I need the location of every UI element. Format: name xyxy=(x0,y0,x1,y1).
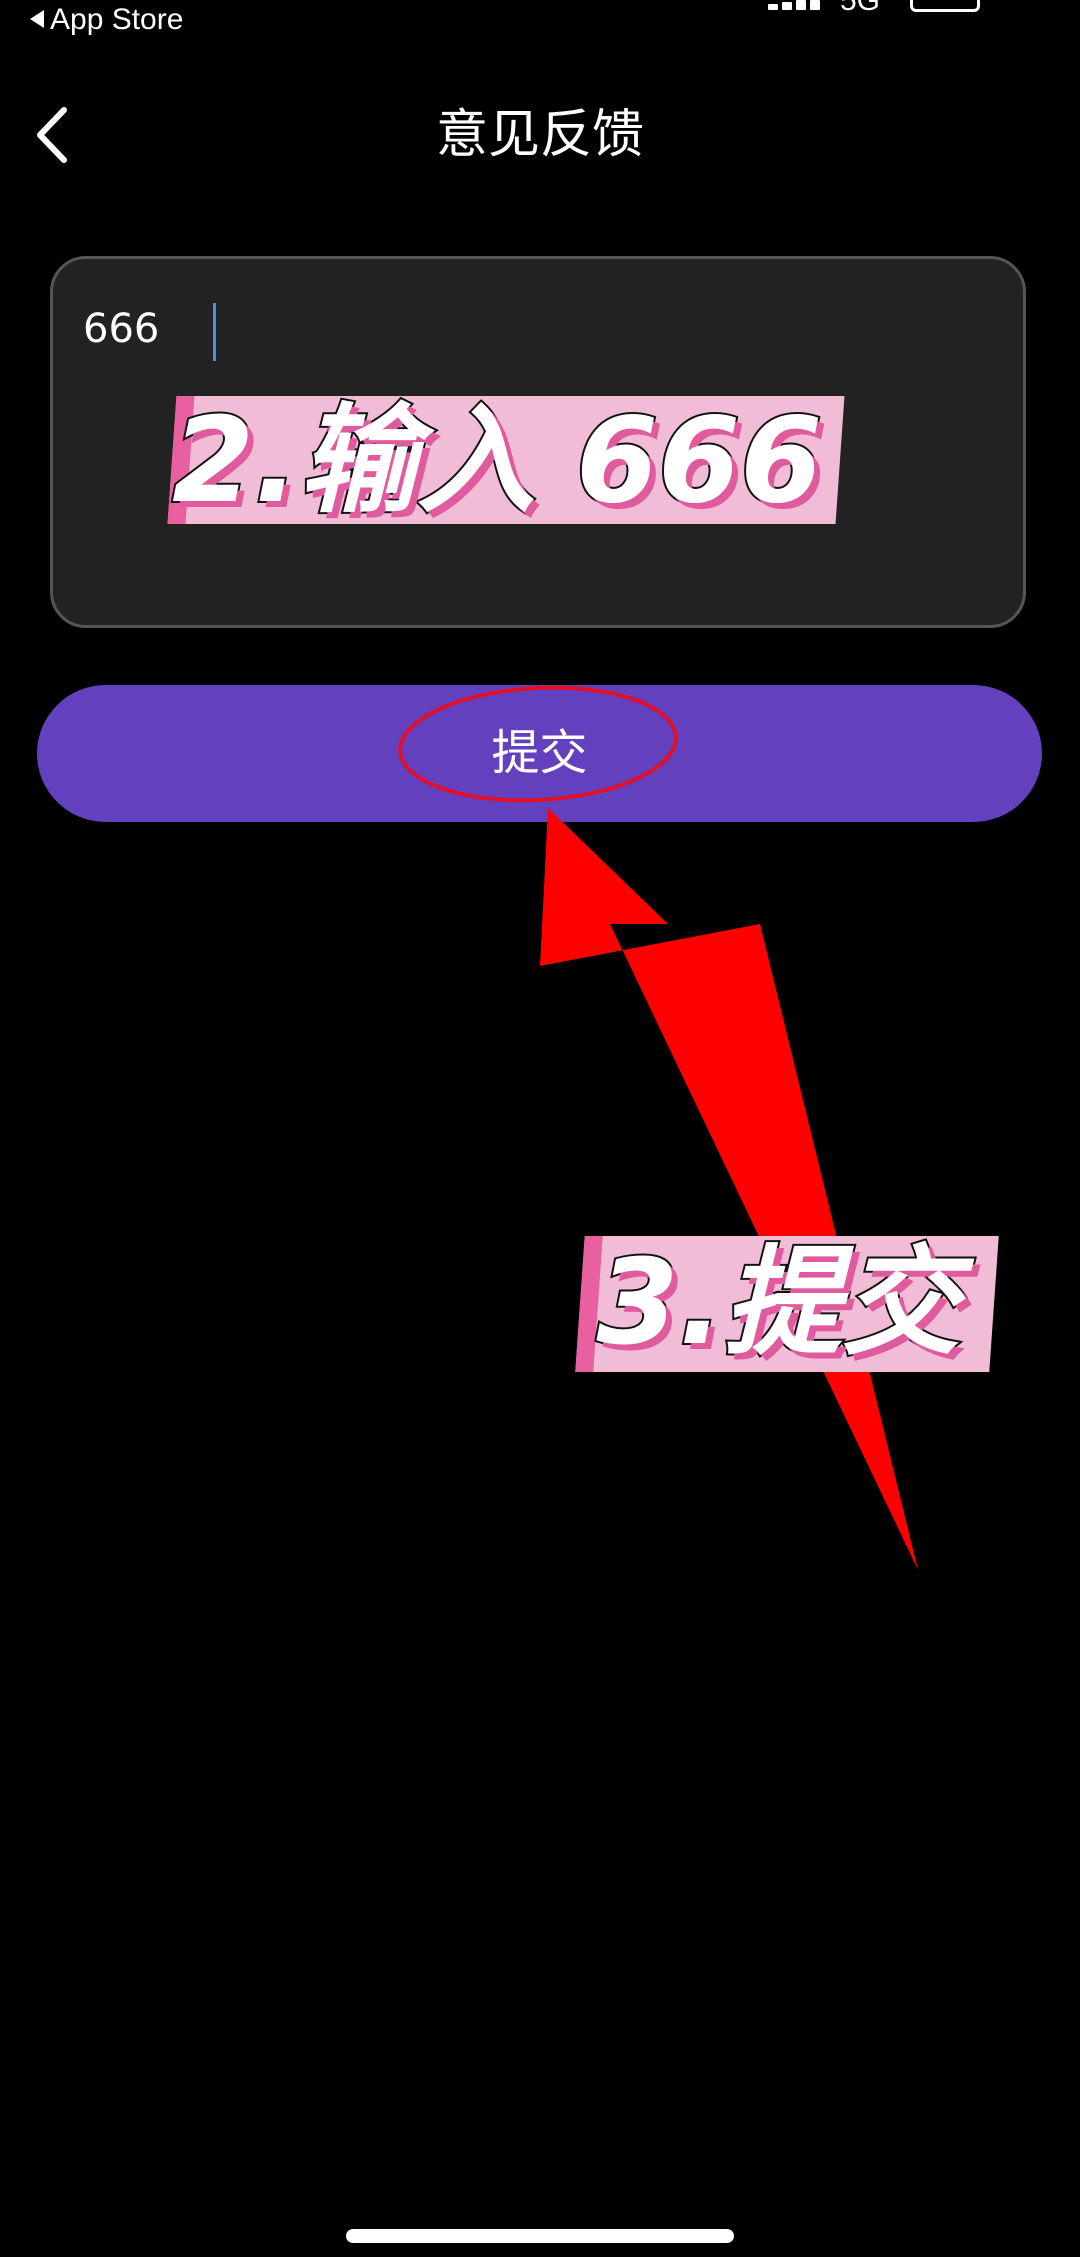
home-indicator[interactable] xyxy=(346,2229,734,2243)
status-bar: App Store 5G xyxy=(0,0,1080,40)
nav-bar: 意见反馈 xyxy=(0,90,1080,180)
signal-bars-icon xyxy=(768,0,822,10)
caption-step3: 3.提交 xyxy=(575,1231,999,1373)
network-label: 5G xyxy=(840,0,881,17)
feedback-box[interactable]: 666 xyxy=(50,256,1026,628)
submit-label: 提交 xyxy=(491,727,588,780)
text-caret xyxy=(213,303,216,361)
red-arrow xyxy=(540,808,918,1570)
page-title: 意见反馈 xyxy=(435,105,644,165)
battery-icon xyxy=(910,0,980,12)
submit-button[interactable]: 提交 xyxy=(37,685,1042,822)
back-to-app-link[interactable]: App Store xyxy=(30,2,183,38)
caption-step3-bg xyxy=(575,1236,999,1372)
back-to-app-label: App Store xyxy=(50,3,184,36)
feedback-input[interactable]: 666 xyxy=(83,299,983,599)
caption-step3-text: 3.提交 xyxy=(595,1231,962,1373)
back-triangle-icon xyxy=(30,10,44,28)
